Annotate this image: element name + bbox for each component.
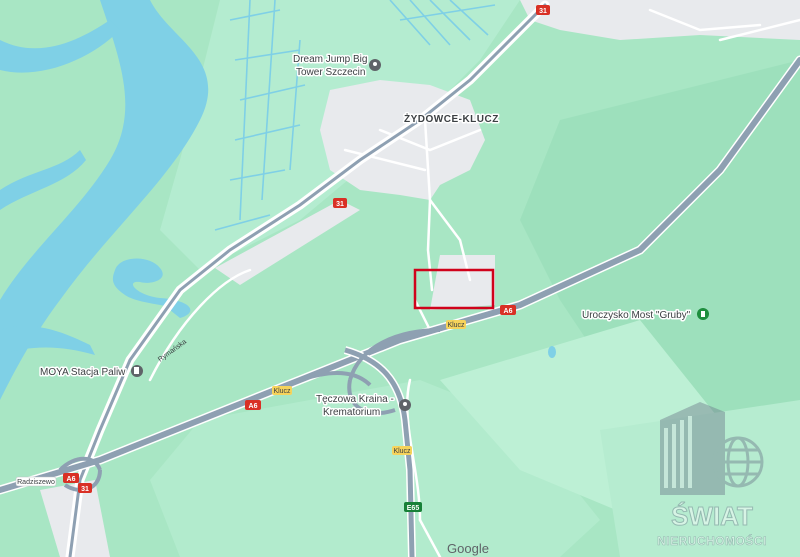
road-label-klucz-2: Klucz xyxy=(272,386,292,395)
svg-text:A6: A6 xyxy=(504,308,513,315)
crematorium-pin-icon[interactable] xyxy=(399,399,411,411)
road-label-klucz-1: Klucz xyxy=(446,320,466,329)
shield-a6-left: A6 xyxy=(63,473,79,483)
svg-text:31: 31 xyxy=(539,8,547,15)
svg-text:NIERUCHOMOŚCI: NIERUCHOMOŚCI xyxy=(657,533,767,548)
poi-label-crematorium-2: Krematorium xyxy=(323,407,380,418)
map-canvas[interactable]: 31 31 31 A6 A6 A6 E65 Klucz Klucz Klucz … xyxy=(0,0,800,557)
district-label: ŻYDOWCE-KLUCZ xyxy=(404,112,499,125)
svg-text:A6: A6 xyxy=(67,476,76,483)
svg-text:E65: E65 xyxy=(407,505,420,512)
shield-a6-mid: A6 xyxy=(245,400,261,410)
urban-area-south xyxy=(430,255,495,310)
poi-label-trampoline-1: Dream Jump Big xyxy=(293,54,367,65)
shield-31-mid: 31 xyxy=(333,198,347,208)
svg-text:31: 31 xyxy=(81,486,89,493)
road-label-radziszewo: Radziszewo xyxy=(15,476,57,487)
fuel-station-icon[interactable] xyxy=(131,365,143,377)
poi-label-fuel: MOYA Stacja Paliw xyxy=(40,367,126,378)
svg-text:Radziszewo: Radziszewo xyxy=(17,479,55,486)
shield-31-bottom: 31 xyxy=(78,483,92,493)
shield-a6-right: A6 xyxy=(500,305,516,315)
google-attribution: Google xyxy=(447,541,489,556)
pond xyxy=(548,346,556,358)
road-label-klucz-3: Klucz xyxy=(392,446,412,455)
building-icon xyxy=(660,402,725,495)
svg-text:A6: A6 xyxy=(249,403,258,410)
svg-text:Klucz: Klucz xyxy=(393,448,411,455)
poi-label-trampoline-2: Tower Szczecin xyxy=(296,67,365,78)
pin-icon-trampoline[interactable] xyxy=(369,59,381,71)
svg-text:Klucz: Klucz xyxy=(447,322,465,329)
svg-text:ŚWIAT: ŚWIAT xyxy=(671,501,753,531)
park-pin-icon[interactable] xyxy=(697,308,709,320)
svg-text:31: 31 xyxy=(336,201,344,208)
shield-e65: E65 xyxy=(404,502,422,512)
shield-31-top: 31 xyxy=(536,5,550,15)
poi-label-crematorium-1: Tęczowa Kraina - xyxy=(316,394,394,405)
poi-label-reserve: Uroczysko Most "Gruby" xyxy=(582,310,691,321)
svg-text:Klucz: Klucz xyxy=(273,388,291,395)
